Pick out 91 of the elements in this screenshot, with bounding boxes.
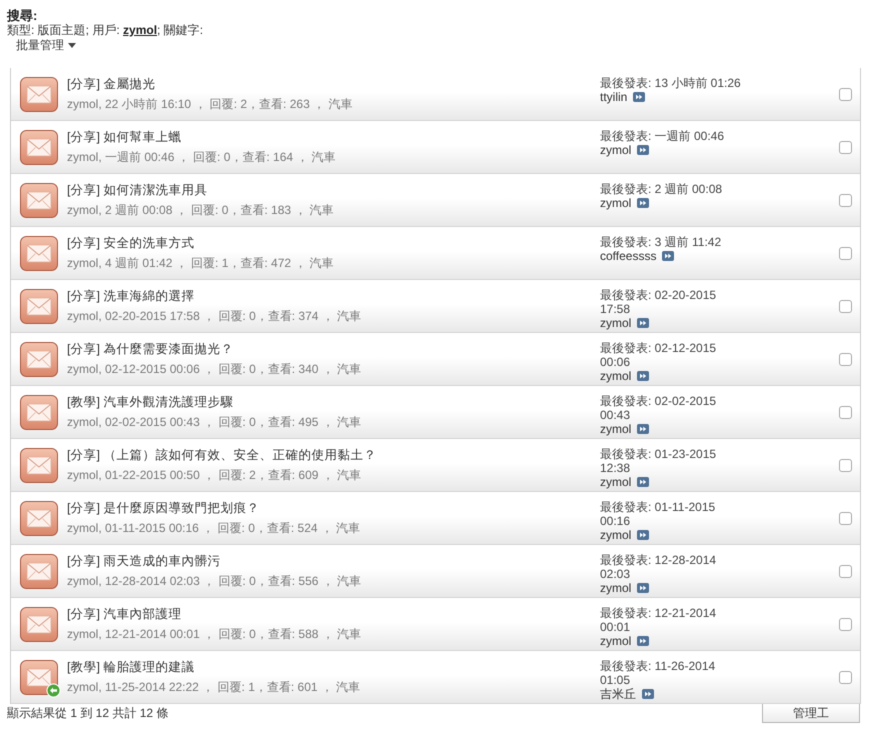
thread-title-link[interactable]: 金屬拋光 (103, 77, 156, 91)
thread-meta: zymol, 4 週前 01:42 ， 回覆: 1，查看: 472 ， 汽車 (67, 255, 335, 272)
thread-title-link[interactable]: 安全的洗車方式 (103, 236, 194, 250)
last-poster-link[interactable]: zymol (600, 422, 632, 436)
search-criteria: 類型: 版面主題; 用戶: zymol; 關鍵字: (7, 23, 204, 37)
last-poster-link[interactable]: zymol (600, 369, 632, 383)
row-checkbox[interactable] (838, 194, 852, 206)
thread-prefix: [分享] (67, 77, 100, 91)
thread-prefix: [教學] (67, 660, 100, 674)
row-checkbox[interactable] (838, 406, 852, 418)
double-arrow-icon[interactable] (637, 636, 650, 646)
row-checkbox[interactable] (838, 88, 852, 100)
last-poster-link[interactable]: 吉米丘 (600, 687, 636, 701)
thread-title-link[interactable]: 雨天造成的車內髒污 (103, 554, 220, 568)
thread-prefix: [分享] (67, 501, 100, 515)
double-arrow-icon[interactable] (637, 477, 650, 487)
thread-meta: zymol, 11-25-2014 22:22 ， 回覆: 1，查看: 601 ， 汽車 (67, 679, 362, 696)
last-post-date: 最後發表: 01-11-2015 00:16 (600, 500, 716, 528)
thread-title-link[interactable]: 洗車海綿的選擇 (103, 289, 194, 303)
double-arrow-icon[interactable] (637, 318, 650, 328)
last-post-date: 最後發表: 3 週前 11:42 (600, 235, 722, 249)
thread-prefix: [分享] (67, 342, 100, 356)
row-checkbox[interactable] (838, 618, 852, 630)
row-checkbox[interactable] (838, 140, 852, 154)
last-poster-link[interactable]: zymol (600, 316, 632, 330)
thread-title-link[interactable]: 如何幫車上蠟 (103, 130, 182, 144)
thread-prefix: [分享] (67, 236, 100, 250)
thread-title-link[interactable]: （上篇）該如何有效、安全、正確的使用黏土？ (103, 448, 376, 462)
row-checkbox[interactable] (838, 300, 852, 312)
thread-prefix: [分享] (67, 289, 100, 303)
row-checkbox[interactable] (838, 670, 852, 684)
caret-icon (68, 42, 76, 48)
results-summary: 顯示結果從 1 到 12 共計 12 條 (7, 706, 168, 720)
double-arrow-icon[interactable] (637, 583, 650, 593)
thread-prefix: [分享] (67, 183, 100, 197)
row-checkbox[interactable] (838, 246, 852, 260)
double-arrow-icon[interactable] (637, 145, 650, 155)
thread-prefix: [分享] (67, 130, 100, 144)
last-poster-link[interactable]: zymol (600, 143, 632, 157)
thread-prefix: [分享] (67, 554, 100, 568)
thread-title-link[interactable]: 汽車外觀清洗護理步驟 (103, 395, 234, 409)
last-poster-link[interactable]: coffeessss (600, 249, 656, 263)
thread-meta: zymol, 12-21-2014 00:01 ， 回覆: 0，查看: 588 ， 汽車 (67, 626, 362, 643)
thread-meta: zymol, 12-28-2014 02:03 ， 回覆: 0，查看: 556 ， 汽車 (67, 573, 362, 590)
thread-title-link[interactable]: 為什麼需要漆面拋光？ (103, 342, 234, 356)
user-link[interactable]: zymol (123, 23, 158, 37)
last-poster-link[interactable]: zymol (600, 196, 632, 210)
last-poster-link[interactable]: zymol (600, 634, 632, 648)
last-post-date: 最後發表: 12-21-2014 00:01 (600, 606, 718, 634)
thread-meta: zymol, 02-02-2015 00:43 ， 回覆: 0，查看: 495 ， 汽車 (67, 414, 362, 431)
search-heading: 搜尋: (7, 9, 38, 23)
thread-meta: zymol, 2 週前 00:08 ， 回覆: 0，查看: 183 ， 汽車 (67, 202, 335, 219)
manage-button[interactable]: 管理工 (762, 704, 860, 723)
last-poster-link[interactable]: ttyilin (600, 90, 628, 104)
last-post-date: 最後發表: 13 小時前 01:26 (600, 76, 742, 90)
row-checkbox[interactable] (838, 512, 852, 524)
last-post-date: 最後發表: 02-20-2015 17:58 (600, 288, 718, 316)
thread-meta: zymol, 一週前 00:46 ， 回覆: 0，查看: 164 ， 汽車 (67, 149, 337, 166)
row-checkbox[interactable] (838, 458, 852, 472)
double-arrow-icon[interactable] (637, 198, 650, 208)
row-checkbox[interactable] (838, 564, 852, 578)
thread-meta: zymol, 01-11-2015 00:16 ， 回覆: 0，查看: 524 ， 汽車 (67, 520, 362, 537)
double-arrow-icon[interactable] (637, 530, 650, 540)
thread-meta: zymol, 22 小時前 16:10 ， 回覆: 2，查看: 263 ， 汽車 (67, 96, 354, 113)
double-arrow-icon[interactable] (633, 92, 646, 102)
last-post-date: 最後發表: 一週前 00:46 (600, 129, 726, 143)
thread-prefix: [教學] (67, 395, 100, 409)
double-arrow-icon[interactable] (637, 371, 650, 381)
last-post-date: 最後發表: 12-28-2014 02:03 (600, 553, 718, 581)
last-poster-link[interactable]: zymol (600, 581, 632, 595)
thread-title-link[interactable]: 汽車內部護理 (103, 607, 182, 621)
last-post-date: 最後發表: 11-26-2014 01:05 (600, 659, 716, 687)
thread-title-link[interactable]: 如何清潔洗車用具 (103, 183, 208, 197)
thread-title-link[interactable]: 輪胎護理的建議 (103, 660, 194, 674)
thread-meta: zymol, 01-22-2015 00:50 ， 回覆: 2，查看: 609 ， 汽車 (67, 467, 362, 484)
thread-prefix: [分享] (67, 607, 100, 621)
last-post-date: 最後發表: 2 週前 00:08 (600, 182, 724, 196)
double-arrow-icon[interactable] (642, 689, 654, 699)
thread-meta: zymol, 02-12-2015 00:06 ， 回覆: 0，查看: 340 ， 汽車 (67, 361, 362, 378)
thread-prefix: [分享] (67, 448, 100, 462)
last-post-date: 最後發表: 02-02-2015 00:43 (600, 394, 718, 422)
last-post-date: 最後發表: 01-23-2015 12:38 (600, 447, 718, 475)
thread-title-link[interactable]: 是什麼原因導致門把划痕？ (103, 501, 260, 515)
double-arrow-icon[interactable] (662, 251, 674, 261)
last-poster-link[interactable]: zymol (600, 528, 632, 542)
last-post-date: 最後發表: 02-12-2015 00:06 (600, 341, 718, 369)
bulk-manage-menu[interactable]: 批量管理 (16, 38, 76, 52)
thread-meta: zymol, 02-20-2015 17:58 ， 回覆: 0，查看: 374 ， 汽車 (67, 308, 362, 325)
row-checkbox[interactable] (838, 352, 852, 366)
last-poster-link[interactable]: zymol (600, 475, 632, 489)
double-arrow-icon[interactable] (637, 424, 650, 434)
